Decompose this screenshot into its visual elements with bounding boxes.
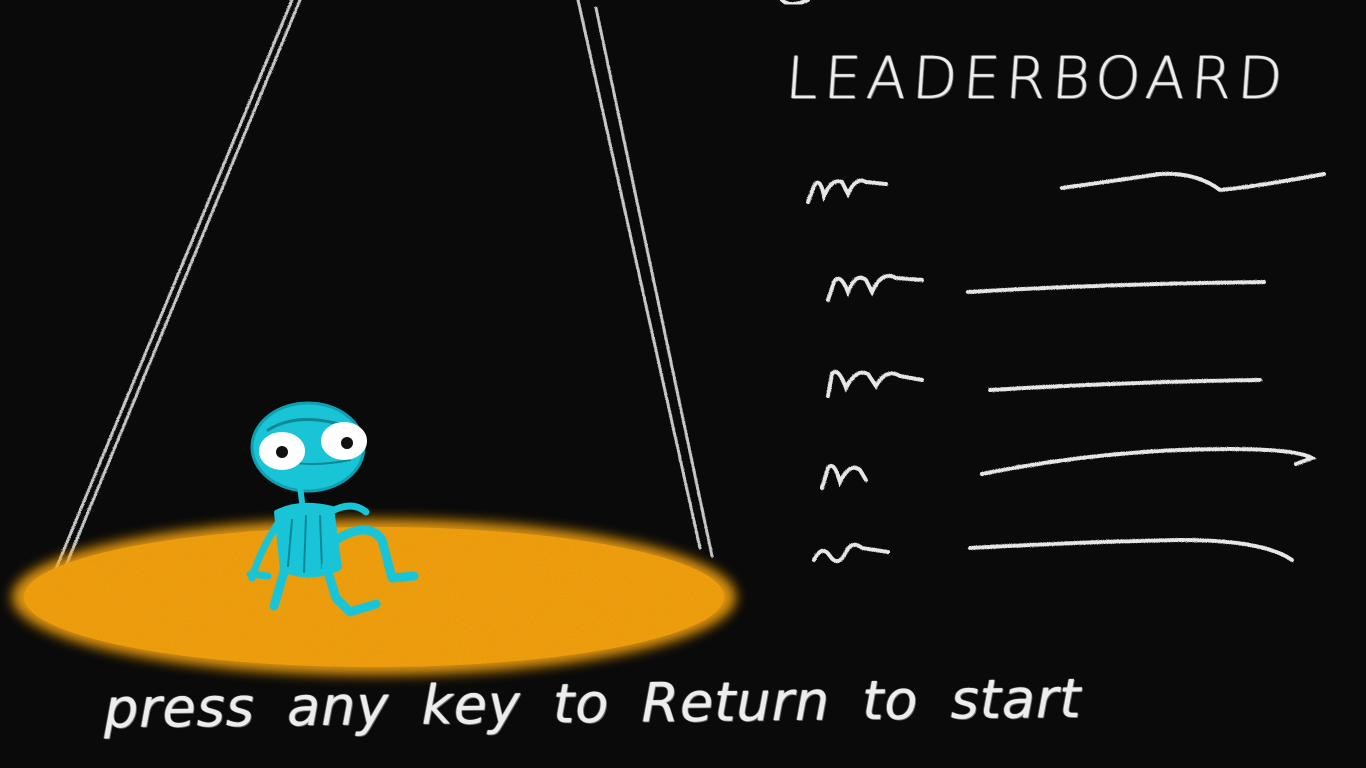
leaderboard-rows	[806, 171, 1326, 564]
leaderboard-row-2	[826, 273, 1266, 302]
spotlight-pool	[12, 519, 736, 675]
leaderboard-row-4	[820, 447, 1317, 490]
corner-scribble	[780, 0, 810, 6]
leaderboard-row-1	[806, 171, 1326, 204]
leaderboard-title: LEADERBOARD	[783, 44, 1291, 112]
spotlight-beams	[46, 0, 714, 590]
leaderboard-screen[interactable]: LEADERBOARD press any key to Return to s…	[0, 0, 1366, 768]
scene-artwork	[12, 0, 1326, 675]
return-to-start-prompt: press any key to Return to start	[103, 666, 1082, 741]
leaderboard-row-5	[812, 537, 1294, 564]
leaderboard-row-3	[826, 369, 1262, 398]
